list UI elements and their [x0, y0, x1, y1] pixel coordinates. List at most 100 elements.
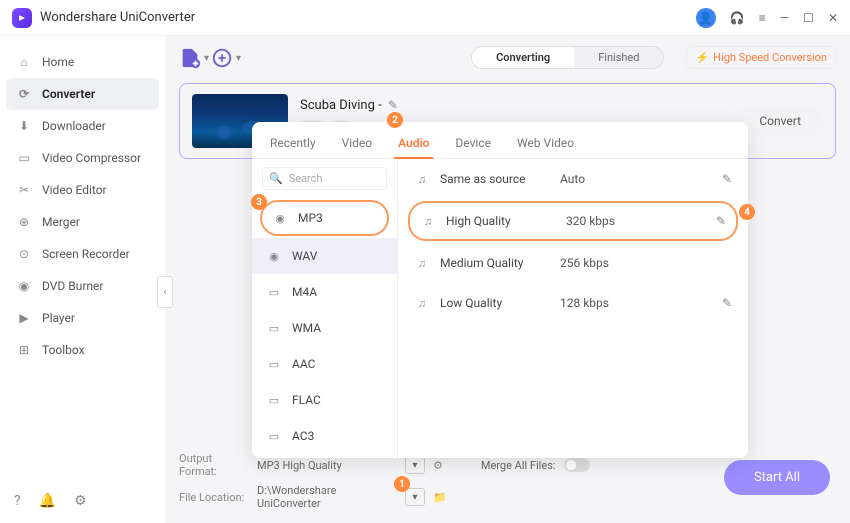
sidebar-item-toolbox[interactable]: ⊞Toolbox: [0, 334, 165, 366]
add-file-button[interactable]: ▾: [179, 47, 201, 69]
output-format-value: MP3 High Quality: [257, 459, 397, 472]
convert-button[interactable]: Convert: [737, 106, 823, 136]
start-all-button[interactable]: Start All: [724, 460, 830, 495]
quality-name: Low Quality: [440, 296, 550, 310]
tab-finished[interactable]: Finished: [574, 47, 663, 68]
file-icon: ▭: [266, 320, 282, 336]
quality-name: High Quality: [446, 214, 556, 228]
compressor-icon: ▭: [16, 150, 32, 166]
sidebar-item-player[interactable]: ▶Player: [0, 302, 165, 334]
quality-name: Medium Quality: [440, 256, 550, 270]
app-title: Wondershare UniConverter: [40, 10, 696, 25]
toolbox-icon: ⊞: [16, 342, 32, 358]
close-icon[interactable]: ✕: [828, 11, 838, 25]
quality-meta: Auto: [560, 172, 712, 186]
tab-video[interactable]: Video: [338, 132, 377, 158]
status-segment: Converting Finished: [471, 46, 664, 69]
quality-meta: 320 kbps: [566, 214, 706, 228]
bell-icon[interactable]: 🔔: [39, 493, 56, 509]
file-icon: ▭: [266, 284, 282, 300]
high-speed-toggle[interactable]: ⚡High Speed Conversion: [686, 46, 836, 69]
format-aac[interactable]: ▭ AAC: [252, 346, 397, 382]
sidebar-item-merger[interactable]: ⊕Merger: [0, 206, 165, 238]
format-search-input[interactable]: 🔍Search: [262, 167, 387, 190]
menu-icon[interactable]: ≡: [759, 11, 766, 25]
format-label: AC3: [292, 429, 314, 443]
tab-device[interactable]: Device: [451, 132, 495, 158]
format-wma[interactable]: ▭WMA: [252, 310, 397, 346]
bolt-icon: ⚡: [695, 51, 709, 64]
sidebar-item-label: Player: [42, 311, 75, 325]
sidebar-item-converter[interactable]: ⟳Converter: [6, 78, 159, 110]
quality-high[interactable]: High Quality 320 kbps ✎: [408, 201, 738, 241]
sidebar-item-label: Merger: [42, 215, 80, 229]
minimize-icon[interactable]: —: [780, 11, 789, 25]
disc-icon: ◉: [266, 248, 282, 264]
quality-medium[interactable]: Medium Quality 256 kbps: [398, 243, 748, 283]
music-icon: [414, 255, 430, 271]
file-icon: ▭: [266, 356, 282, 372]
format-flac[interactable]: ▭ FLAC: [252, 382, 397, 418]
music-icon: [414, 171, 430, 187]
editor-icon: ✂: [16, 182, 32, 198]
quality-low[interactable]: Low Quality 128 kbps ✎: [398, 283, 748, 323]
user-avatar-icon[interactable]: 👤: [696, 8, 716, 28]
callout-3: 3: [251, 194, 267, 210]
tab-recently[interactable]: Recently: [266, 132, 320, 158]
format-label: WAV: [292, 249, 317, 263]
sidebar-item-label: Video Editor: [42, 183, 107, 197]
format-m4a[interactable]: ▭ M4A: [252, 274, 397, 310]
quality-edit-icon[interactable]: ✎: [722, 296, 732, 310]
add-folder-button[interactable]: ▾: [211, 47, 233, 69]
downloader-icon: ⬇: [16, 118, 32, 134]
sidebar-item-downloader[interactable]: ⬇Downloader: [0, 110, 165, 142]
toolbar: ▾ ▾ Converting Finished ⚡High Speed Conv…: [179, 46, 836, 69]
file-location-dropdown[interactable]: ▾: [405, 488, 425, 506]
open-folder-icon[interactable]: 📁: [433, 491, 447, 504]
format-label: FLAC: [292, 393, 321, 407]
tab-audio[interactable]: Audio: [394, 132, 433, 158]
music-icon: [414, 295, 430, 311]
quality-meta: 128 kbps: [560, 296, 712, 310]
callout-2: 2: [387, 112, 403, 128]
sidebar-item-home[interactable]: ⌂Home: [0, 46, 165, 78]
quality-edit-icon[interactable]: ✎: [722, 172, 732, 186]
tab-webvideo[interactable]: Web Video: [513, 132, 578, 158]
format-ac3[interactable]: ▭AC3: [252, 418, 397, 454]
callout-1: 1: [394, 476, 410, 492]
format-label: AAC: [292, 357, 315, 371]
sidebar-item-label: Video Compressor: [42, 151, 141, 165]
format-mp3[interactable]: ◉MP3: [260, 200, 389, 236]
titlebar: Wondershare UniConverter 👤 🎧 ≡ — ☐ ✕: [0, 0, 850, 36]
support-icon[interactable]: 🎧: [730, 11, 745, 25]
output-format-dropdown[interactable]: ▾: [405, 456, 425, 474]
quality-same-as-source[interactable]: Same as sourceAuto✎: [398, 159, 748, 199]
file-location-label: File Location:: [179, 491, 249, 504]
quality-meta: 256 kbps: [560, 256, 732, 270]
sidebar-item-dvd[interactable]: ◉DVD Burner: [0, 270, 165, 302]
format-tabs: Recently Video Audio Device Web Video: [252, 122, 748, 159]
callout-4: 4: [739, 204, 755, 220]
maximize-icon[interactable]: ☐: [803, 11, 814, 25]
settings-icon[interactable]: ⚙: [74, 493, 87, 509]
sidebar-item-recorder[interactable]: ⊙Screen Recorder: [0, 238, 165, 270]
file-icon: ▭: [266, 392, 282, 408]
home-icon: ⌂: [16, 54, 32, 70]
file-location-value: D:\Wondershare UniConverter: [257, 484, 397, 510]
sidebar-item-editor[interactable]: ✂ Video Editor: [0, 174, 165, 206]
recorder-icon: ⊙: [16, 246, 32, 262]
help-icon[interactable]: ?: [14, 493, 21, 509]
sidebar-item-compressor[interactable]: ▭ Video Compressor: [0, 142, 165, 174]
tab-converting[interactable]: Converting: [472, 47, 574, 68]
output-settings-icon[interactable]: ⚙: [433, 459, 443, 472]
merge-toggle[interactable]: [564, 458, 590, 472]
quality-list-column: Same as sourceAuto✎ High Quality320 kbps…: [398, 159, 748, 458]
format-label: M4A: [292, 285, 317, 299]
format-dropdown-panel: Recently Video Audio Device Web Video 🔍S…: [252, 122, 748, 458]
quality-edit-icon[interactable]: ✎: [716, 214, 726, 228]
output-format-label: Output Format:: [179, 452, 249, 478]
edit-title-icon[interactable]: ✎: [388, 98, 398, 112]
search-icon: 🔍: [269, 172, 283, 185]
format-wav[interactable]: ◉ WAV: [252, 238, 397, 274]
file-title: Scuba Diving -: [300, 98, 382, 113]
